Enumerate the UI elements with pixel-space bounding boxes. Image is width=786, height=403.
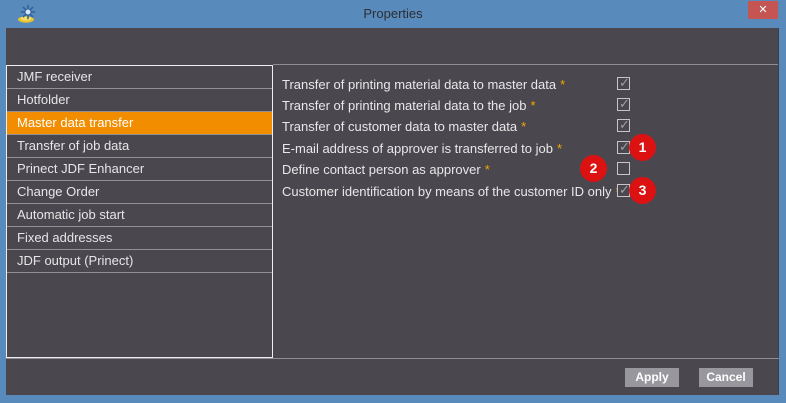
apply-button[interactable]: Apply [625, 368, 679, 387]
properties-window: { "window": { "title": "Properties" }, "… [0, 0, 786, 403]
required-asterisk: * [530, 98, 535, 113]
sidebar-item-hotfolder[interactable]: Hotfolder [7, 89, 272, 112]
titlebar[interactable]: Properties ✕ [0, 0, 786, 28]
checkmark-icon: ✓ [619, 76, 630, 89]
form-row: Define contact person as approver*2 [282, 159, 778, 180]
cancel-button[interactable]: Cancel [699, 368, 753, 387]
checkbox-transfer-of-printing-material-data-to-the-job[interactable]: ✓ [617, 98, 630, 111]
sidebar-item-prinect-jdf-enhancer[interactable]: Prinect JDF Enhancer [7, 158, 272, 181]
checkbox-label: Transfer of printing material data to th… [282, 95, 536, 116]
sidebar-list: JMF receiverHotfolderMaster data transfe… [6, 65, 273, 358]
checkmark-icon: ✓ [619, 118, 630, 131]
checkmark-icon: ✓ [619, 97, 630, 110]
checkbox-label: Transfer of printing material data to ma… [282, 74, 565, 95]
required-asterisk: * [521, 119, 526, 134]
sidebar-item-transfer-of-job-data[interactable]: Transfer of job data [7, 135, 272, 158]
annotation-badge-2: 2 [580, 155, 607, 182]
form-row: Transfer of printing material data to ma… [282, 74, 778, 95]
sidebar-item-change-order[interactable]: Change Order [7, 181, 272, 204]
form-row: Transfer of customer data to master data… [282, 116, 778, 137]
sidebar-item-jmf-receiver[interactable]: JMF receiver [7, 66, 272, 89]
window-title: Properties [0, 0, 786, 28]
required-asterisk: * [485, 162, 490, 177]
close-button[interactable]: ✕ [748, 1, 778, 19]
form-row: E-mail address of approver is transferre… [282, 138, 778, 159]
sidebar-item-fixed-addresses[interactable]: Fixed addresses [7, 227, 272, 250]
required-asterisk: * [560, 77, 565, 92]
checkbox-define-contact-person-as-approver[interactable] [617, 162, 630, 175]
footer-divider [6, 358, 779, 359]
checkbox-label: E-mail address of approver is transferre… [282, 138, 562, 159]
form-row: Customer identification by means of the … [282, 181, 778, 202]
checkbox-transfer-of-printing-material-data-to-master-data[interactable]: ✓ [617, 77, 630, 90]
required-asterisk: * [557, 141, 562, 156]
sidebar-item-automatic-job-start[interactable]: Automatic job start [7, 204, 272, 227]
header-divider [273, 64, 778, 65]
checkbox-transfer-of-customer-data-to-master-data[interactable]: ✓ [617, 119, 630, 132]
dialog-content: JDF import JMF receiverHotfolderMaster d… [6, 28, 779, 395]
checkbox-label: Customer identification by means of the … [282, 181, 621, 202]
annotation-badge-1: 1 [629, 134, 656, 161]
sidebar-item-jdf-output-prinect[interactable]: JDF output (Prinect) [7, 250, 272, 273]
checkbox-label: Define contact person as approver* [282, 159, 490, 180]
sidebar-item-master-data-transfer[interactable]: Master data transfer [7, 112, 272, 135]
form-row: Transfer of printing material data to th… [282, 95, 778, 116]
annotation-badge-3: 3 [629, 177, 656, 204]
checkbox-label: Transfer of customer data to master data… [282, 116, 526, 137]
